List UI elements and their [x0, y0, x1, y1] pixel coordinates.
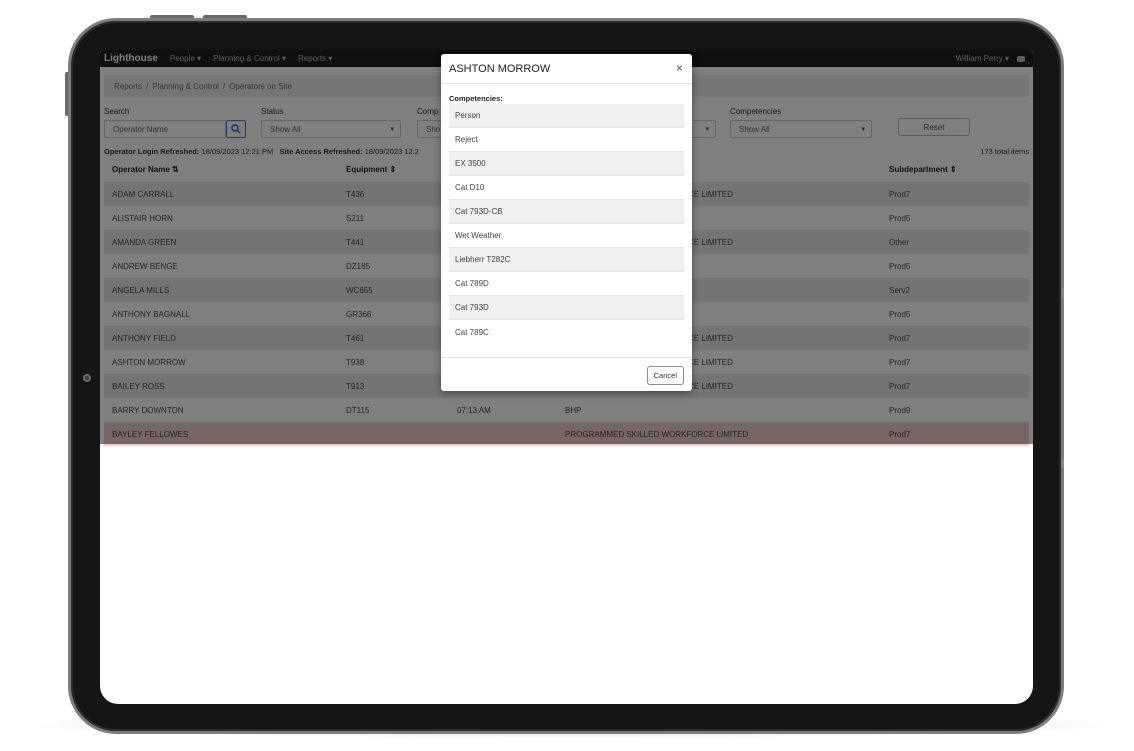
competencies-modal: ASHTON MORROW × Competencies: Person Rej… [441, 54, 692, 391]
close-icon[interactable]: × [676, 61, 683, 75]
frame-notch-bottom [1061, 458, 1064, 468]
modal-title: ASHTON MORROW [449, 62, 551, 75]
camera-icon [83, 374, 91, 382]
list-item: Cat 793D [449, 296, 684, 320]
tablet-screen: Lighthouse People ▾ Planning & Control ▾… [100, 50, 1033, 704]
competencies-list: Person Reject EX 3500 Cat D10 Cat 793D-C… [449, 104, 684, 344]
list-item: Cat 793D-CB [449, 200, 684, 224]
list-item: EX 3500 [449, 152, 684, 176]
competencies-heading: Competencies: [449, 94, 503, 103]
list-item: Liebherr T282C [449, 248, 684, 272]
cancel-button[interactable]: Cancel [646, 366, 684, 385]
modal-footer: Cancel [441, 357, 692, 391]
frame-notch-top [1061, 288, 1064, 298]
list-item: Cat 789C [449, 320, 684, 344]
app-page: Lighthouse People ▾ Planning & Control ▾… [100, 50, 1033, 446]
modal-header: ASHTON MORROW [441, 54, 692, 84]
list-item: Cat D10 [449, 176, 684, 200]
list-item: Cat 789D [449, 272, 684, 296]
list-item: Person [449, 104, 684, 128]
list-item: Reject [449, 128, 684, 152]
list-item: Wet Weather [449, 224, 684, 248]
